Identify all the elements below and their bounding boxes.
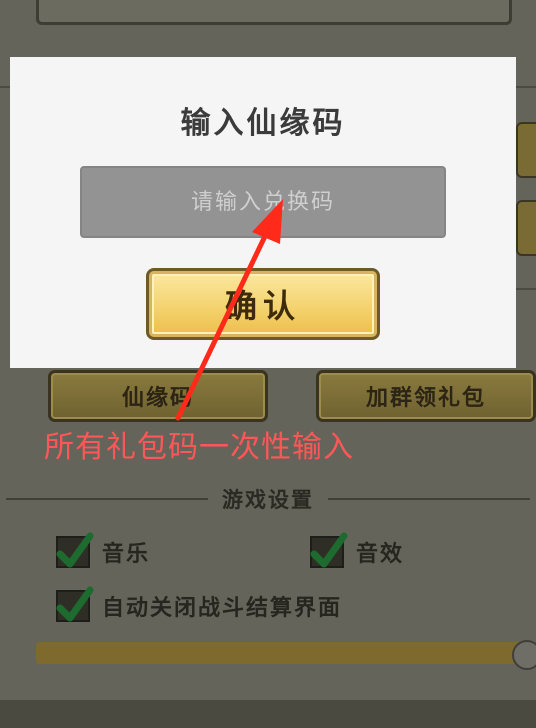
annotation-arrow-icon [175,199,283,421]
annotation-note: 所有礼包码一次性输入 [44,430,354,465]
